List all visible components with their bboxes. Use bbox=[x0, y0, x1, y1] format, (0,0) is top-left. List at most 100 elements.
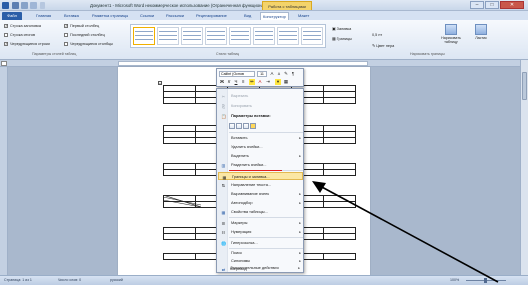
menu-item-bullets[interactable]: ☰ Маркеры ▸ bbox=[218, 219, 303, 227]
shading-button[interactable]: ▣ Заливка bbox=[332, 26, 351, 31]
center-align-button[interactable]: ≡ bbox=[240, 79, 246, 85]
borders-shading-icon: ▦ bbox=[222, 175, 227, 180]
submenu-arrow-icon: ▸ bbox=[299, 154, 301, 158]
paste-text-only-icon[interactable] bbox=[250, 123, 256, 129]
borders-mini-button[interactable]: ▦ bbox=[283, 79, 289, 85]
redo-icon[interactable] bbox=[30, 2, 37, 9]
grow-font-button[interactable]: A bbox=[269, 71, 275, 77]
table-style-thumb[interactable] bbox=[229, 27, 251, 45]
menu-item-autofit[interactable]: Автоподбор ▸ bbox=[218, 199, 303, 207]
table-move-handle-icon[interactable]: + bbox=[158, 81, 162, 85]
table-style-thumb[interactable] bbox=[157, 27, 179, 45]
menu-item-cut[interactable]: ✂ Вырезать bbox=[218, 92, 303, 100]
tab-page-layout[interactable]: Разметка страницы bbox=[90, 12, 130, 20]
format-painter-icon: ✎ bbox=[284, 71, 288, 76]
option-header-row[interactable]: ✓ Строка заголовка bbox=[4, 24, 41, 28]
shading-color-button[interactable]: ▾ bbox=[275, 79, 281, 85]
zoom-level[interactable]: 100% bbox=[450, 278, 459, 282]
table-style-thumb[interactable] bbox=[181, 27, 203, 45]
italic-button[interactable]: К bbox=[226, 79, 232, 85]
tab-view[interactable]: Вид bbox=[242, 12, 253, 20]
bold-button[interactable]: Ж bbox=[219, 79, 225, 85]
menu-item-lookup[interactable]: Поиск ▸ bbox=[218, 249, 303, 257]
zoom-slider-knob[interactable] bbox=[484, 278, 487, 283]
table-tools-context-tab: Работа с таблицами bbox=[262, 1, 312, 10]
submenu-arrow-icon: ▸ bbox=[299, 136, 301, 140]
close-button[interactable]: ✕ bbox=[500, 1, 524, 9]
submenu-arrow-icon: ▸ bbox=[298, 266, 300, 270]
format-painter-button[interactable]: ✎ bbox=[283, 71, 289, 77]
menu-item-text-direction[interactable]: ⇅ Направление текста... bbox=[218, 181, 303, 189]
table-style-thumb[interactable] bbox=[205, 27, 227, 45]
language-indicator[interactable]: русский bbox=[110, 278, 123, 282]
vertical-ruler bbox=[0, 67, 8, 275]
customize-quick-access-icon[interactable] bbox=[40, 2, 45, 9]
menu-separator bbox=[229, 217, 303, 218]
font-size-select[interactable]: 11 bbox=[257, 71, 267, 77]
clipboard-icon: 📋 bbox=[221, 114, 227, 119]
save-icon[interactable] bbox=[12, 2, 19, 9]
menu-item-select[interactable]: Выделить ▸ bbox=[218, 152, 303, 160]
minimize-button[interactable]: – bbox=[470, 1, 484, 9]
red-underline-annotation bbox=[229, 170, 282, 171]
styles-button[interactable]: ¶ bbox=[290, 71, 296, 77]
menu-item-additional-actions[interactable]: Дополнительные действия ▸ bbox=[217, 264, 302, 272]
tab-design[interactable]: Конструктор bbox=[260, 12, 289, 20]
menu-item-table-properties[interactable]: ▦ Свойства таблицы... bbox=[218, 208, 303, 216]
submenu-arrow-icon: ▸ bbox=[299, 230, 301, 234]
draw-table-icon bbox=[445, 24, 457, 35]
title-bar: Документ1 - Microsoft Word некоммерческо… bbox=[0, 0, 528, 11]
borders-button[interactable]: ▦ Границы bbox=[332, 36, 352, 41]
paste-keep-formatting-icon[interactable] bbox=[229, 123, 235, 129]
menu-item-hyperlink[interactable]: 🌐 Гиперссылка... bbox=[218, 239, 303, 247]
vertical-scrollbar[interactable] bbox=[520, 60, 528, 275]
highlight-button[interactable]: ✏ bbox=[249, 79, 255, 85]
table-style-thumb[interactable] bbox=[277, 27, 299, 45]
menu-item-split-cells[interactable]: ▥ Разделить ячейки... bbox=[218, 161, 303, 169]
table-style-thumb[interactable] bbox=[133, 27, 155, 45]
tab-insert[interactable]: Вставка bbox=[62, 12, 81, 20]
tab-review[interactable]: Рецензирование bbox=[194, 12, 229, 20]
paste-merge-formatting-icon[interactable] bbox=[236, 123, 242, 129]
menu-item-numbering[interactable]: ☷ Нумерация ▸ bbox=[218, 228, 303, 236]
tab-selector[interactable] bbox=[1, 61, 7, 66]
eraser-button[interactable]: Ластик bbox=[470, 23, 492, 47]
table-properties-icon: ▦ bbox=[221, 210, 226, 215]
text-direction-icon: ⇅ bbox=[221, 183, 226, 188]
maximize-button[interactable]: □ bbox=[485, 1, 499, 9]
option-total-row[interactable]: Строка итогов bbox=[4, 33, 35, 37]
menu-item-delete-cells[interactable]: Удалить ячейки... bbox=[218, 143, 303, 151]
table-style-thumb[interactable] bbox=[253, 27, 275, 45]
table-styles-gallery[interactable] bbox=[130, 24, 326, 48]
option-last-column[interactable]: Последний столбец bbox=[64, 33, 105, 37]
option-banded-rows[interactable]: ✓ Чередующиеся строки bbox=[4, 42, 50, 46]
word-app-icon[interactable] bbox=[2, 2, 9, 9]
tab-home[interactable]: Главная bbox=[34, 12, 53, 20]
tab-mailings[interactable]: Рассылки bbox=[164, 12, 186, 20]
indent-button[interactable]: ⇥ bbox=[265, 79, 271, 85]
option-banded-columns[interactable]: Чередующиеся столбцы bbox=[64, 42, 113, 46]
menu-item-copy[interactable]: ⎘ Копировать bbox=[218, 102, 303, 110]
undo-icon[interactable] bbox=[21, 2, 28, 9]
option-first-column[interactable]: ✓ Первый столбец bbox=[64, 24, 99, 28]
font-name-select[interactable]: Calibri (Основ bbox=[219, 71, 255, 77]
pen-color-button[interactable]: ✎ Цвет пера bbox=[372, 43, 394, 48]
tab-file[interactable]: Файл bbox=[2, 12, 22, 20]
scrollbar-thumb[interactable] bbox=[522, 72, 527, 100]
styles-icon: ¶ bbox=[291, 71, 295, 76]
shrink-font-button[interactable]: A bbox=[276, 71, 282, 77]
menu-item-insert[interactable]: Вставить ▸ bbox=[218, 134, 303, 142]
paste-picture-icon[interactable] bbox=[243, 123, 249, 129]
font-color-button[interactable]: A bbox=[257, 79, 263, 85]
table-style-thumb[interactable] bbox=[301, 27, 323, 45]
underline-button[interactable]: Ч bbox=[233, 79, 239, 85]
menu-item-borders-and-shading[interactable]: ▦ Границы и заливка... bbox=[218, 172, 303, 180]
tab-layout[interactable]: Макет bbox=[296, 12, 311, 20]
paint-bucket-icon: ▾ bbox=[276, 79, 280, 84]
menu-item-cell-alignment[interactable]: Выравнивание ячеек ▸ bbox=[218, 190, 303, 198]
tab-references[interactable]: Ссылки bbox=[138, 12, 156, 20]
word-count[interactable]: Число слов: 0 bbox=[58, 278, 81, 282]
page-count[interactable]: Страница: 1 из 1 bbox=[4, 278, 32, 282]
draw-table-button[interactable]: Нарисовать таблицу bbox=[440, 23, 462, 47]
line-weight-select[interactable]: 0,5 пт bbox=[372, 33, 382, 37]
